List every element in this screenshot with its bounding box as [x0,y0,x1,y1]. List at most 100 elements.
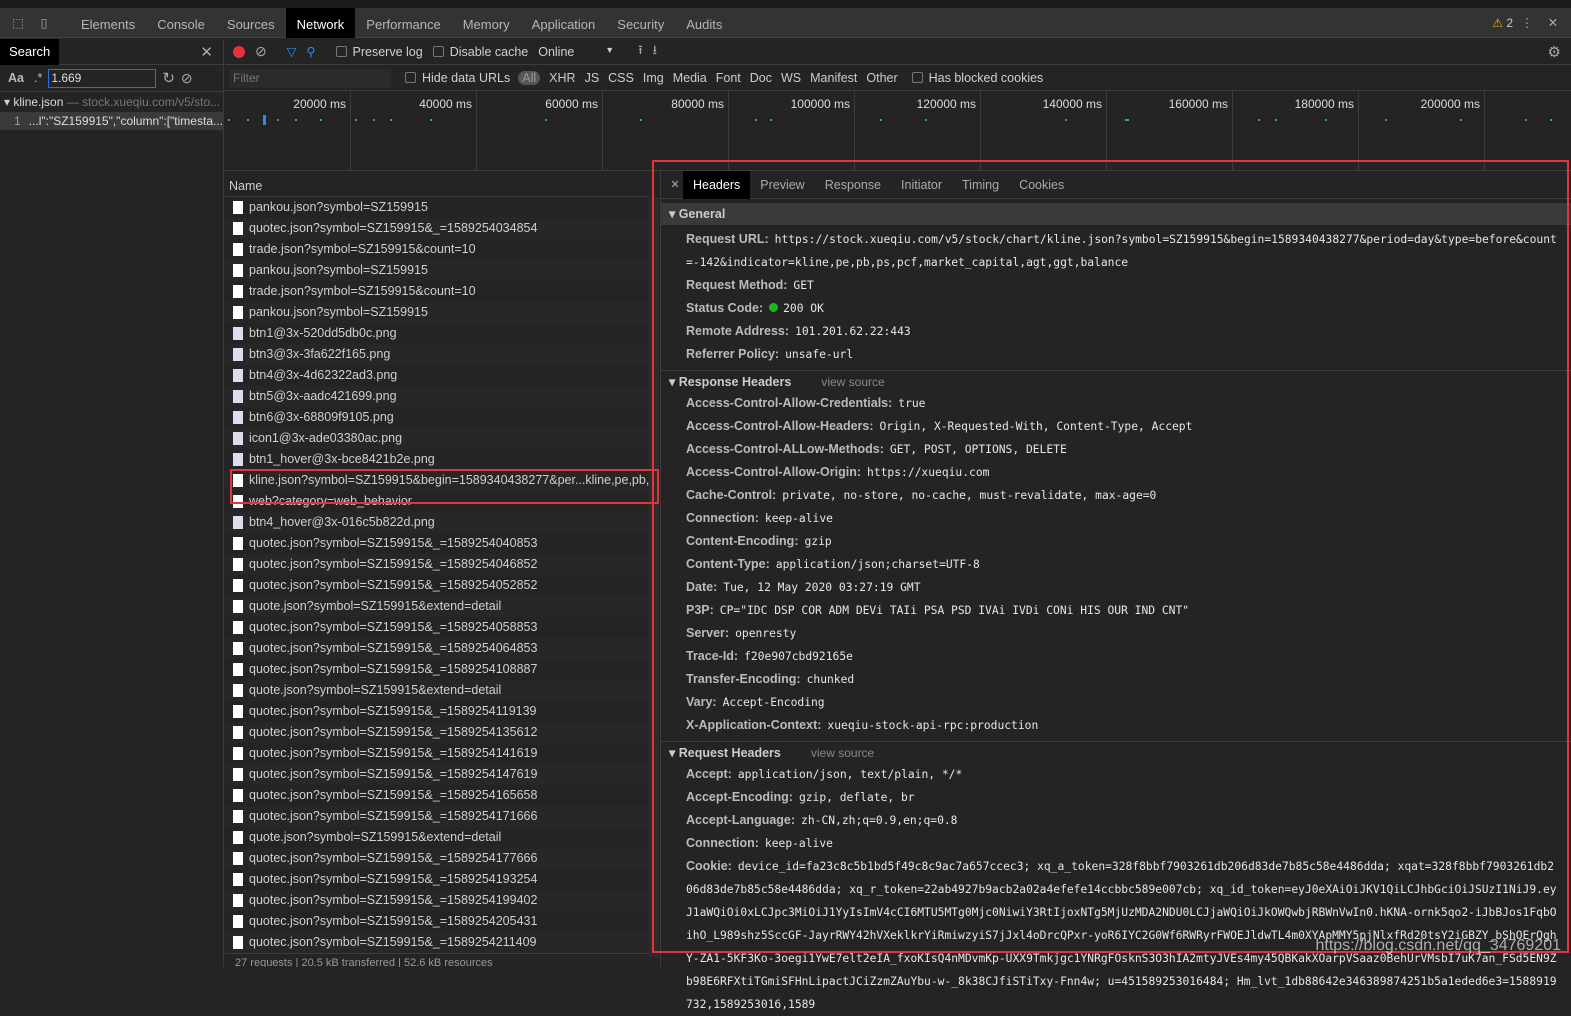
request-row[interactable]: pankou.json?symbol=SZ159915 [225,260,649,281]
filter-type-manifest[interactable]: Manifest [810,71,857,85]
close-details-icon[interactable]: ✕ [667,178,683,191]
settings-gear-icon[interactable]: ⚙ [1548,43,1561,61]
request-row[interactable]: quotec.json?symbol=SZ159915&_=1589254040… [225,533,649,554]
filter-type-font[interactable]: Font [716,71,741,85]
tab-security[interactable]: Security [606,8,675,38]
details-tab-timing[interactable]: Timing [952,171,1009,199]
request-row[interactable]: quote.json?symbol=SZ159915&extend=detail [225,827,649,848]
search-tab[interactable]: Search [0,38,60,65]
clear-search-icon[interactable]: ⊘ [181,70,193,87]
has-blocked-cookies-checkbox[interactable]: Has blocked cookies [911,71,1043,85]
request-row[interactable]: btn4_hover@3x-016c5b822d.png [225,512,649,533]
request-view-source-link[interactable]: view source [811,746,874,760]
request-row[interactable]: quotec.json?symbol=SZ159915&_=1589254199… [225,890,649,911]
filter-type-xhr[interactable]: XHR [549,71,575,85]
request-row[interactable]: btn5@3x-aadc421699.png [225,386,649,407]
request-row[interactable]: quotec.json?symbol=SZ159915&_=1589254058… [225,617,649,638]
export-har-icon[interactable]: ⭳ [653,41,657,62]
tab-audits[interactable]: Audits [675,8,733,38]
filter-type-other[interactable]: Other [866,71,897,85]
close-search-icon[interactable]: ✕ [200,43,213,61]
request-row[interactable]: quote.json?symbol=SZ159915&extend=detail [225,596,649,617]
record-button-icon[interactable] [233,45,245,58]
more-menu-icon[interactable]: ⋮ [1513,15,1541,30]
refresh-icon[interactable]: ↻ [162,69,175,87]
request-row[interactable]: kline.json?symbol=SZ159915&begin=1589340… [225,470,649,491]
search-result-file[interactable]: ▾ kline.json — stock.xueqiu.com/v5/sto..… [0,92,223,112]
filter-input[interactable] [229,68,391,88]
filter-type-css[interactable]: CSS [608,71,634,85]
request-row[interactable]: trade.json?symbol=SZ159915&count=10 [225,281,649,302]
request-row[interactable]: quotec.json?symbol=SZ159915&_=1589254193… [225,869,649,890]
filter-type-media[interactable]: Media [673,71,707,85]
request-row[interactable]: quotec.json?symbol=SZ159915&_=1589254064… [225,638,649,659]
request-row[interactable]: btn1_hover@3x-bce8421b2e.png [225,449,649,470]
request-row[interactable]: quotec.json?symbol=SZ159915&_=1589254171… [225,806,649,827]
request-row[interactable]: quotec.json?symbol=SZ159915&_=1589254034… [225,218,649,239]
request-row[interactable]: quotec.json?symbol=SZ159915&_=1589254165… [225,785,649,806]
tab-elements[interactable]: Elements [70,8,146,38]
filter-type-all[interactable]: All [518,71,541,85]
request-row[interactable]: quotec.json?symbol=SZ159915&_=1589254046… [225,554,649,575]
request-row[interactable]: quotec.json?symbol=SZ159915&_=1589254147… [225,764,649,785]
details-tab-initiator[interactable]: Initiator [891,171,952,199]
preserve-log-checkbox[interactable]: Preserve log [335,45,423,59]
tab-application[interactable]: Application [521,8,607,38]
inspect-element-icon[interactable]: ⬚ [4,15,32,30]
request-row[interactable]: btn4@3x-4d62322ad3.png [225,365,649,386]
close-devtools-icon[interactable]: ✕ [1541,15,1565,30]
hide-data-urls-checkbox[interactable]: Hide data URLs [405,71,510,85]
filter-type-img[interactable]: Img [643,71,664,85]
disable-cache-checkbox[interactable]: Disable cache [432,45,528,59]
import-har-icon[interactable]: ⭱ [638,41,642,62]
regex-toggle[interactable]: .* [34,71,42,85]
request-row[interactable]: web?category=web_behavior [225,491,649,512]
tab-network[interactable]: Network [285,7,356,38]
search-icon[interactable]: ⚲ [306,44,315,59]
general-section-header[interactable]: ▾ General [661,203,1571,225]
header-line: Vary: Accept-Encoding [661,691,1571,714]
clear-icon[interactable]: ⊘ [255,43,267,60]
match-case-toggle[interactable]: Aa [8,71,24,85]
request-row[interactable]: icon1@3x-ade03380ac.png [225,428,649,449]
request-row[interactable]: quote.json?symbol=SZ159915&extend=detail [225,680,649,701]
request-row[interactable]: quotec.json?symbol=SZ159915&_=1589254108… [225,659,649,680]
timeline-overview[interactable]: 20000 ms 40000 ms 60000 ms 80000 ms 100000 m… [225,91,1571,171]
request-headers-section-header[interactable]: ▾ Request Headers view source [661,741,1571,763]
request-row[interactable]: quotec.json?symbol=SZ159915&_=1589254052… [225,575,649,596]
filter-type-js[interactable]: JS [585,71,600,85]
device-toolbar-icon[interactable]: ▯ [32,15,56,30]
request-row[interactable]: pankou.json?symbol=SZ159915 [225,197,649,218]
request-list-scrollbar[interactable] [649,197,659,957]
details-tab-headers[interactable]: Headers [683,170,751,199]
search-result-line[interactable]: 1 ...l":"SZ159915","column":["timesta... [0,112,223,130]
tab-console[interactable]: Console [146,8,216,38]
details-tab-preview[interactable]: Preview [750,171,814,199]
throttle-select[interactable]: Online ▼ [538,45,614,59]
response-view-source-link[interactable]: view source [821,375,884,389]
request-row[interactable]: quotec.json?symbol=SZ159915&_=1589254177… [225,848,649,869]
request-row[interactable]: quotec.json?symbol=SZ159915&_=1589254135… [225,722,649,743]
request-row[interactable]: btn1@3x-520dd5db0c.png [225,323,649,344]
details-tab-cookies[interactable]: Cookies [1009,171,1074,199]
details-tab-response[interactable]: Response [815,171,891,199]
request-row[interactable]: trade.json?symbol=SZ159915&count=10 [225,239,649,260]
tab-memory[interactable]: Memory [452,8,521,38]
request-row[interactable]: pankou.json?symbol=SZ159915 [225,302,649,323]
search-input[interactable] [48,68,157,88]
filter-type-ws[interactable]: WS [781,71,801,85]
tab-performance[interactable]: Performance [355,8,451,38]
request-name: kline.json?symbol=SZ159915&begin=1589340… [249,473,649,487]
request-row[interactable]: btn3@3x-3fa622f165.png [225,344,649,365]
warnings-badge[interactable]: ⚠ 2 [1492,16,1513,30]
tab-sources[interactable]: Sources [216,8,286,38]
request-row[interactable]: quotec.json?symbol=SZ159915&_=1589254211… [225,932,649,953]
filter-icon[interactable]: ▽ [287,44,297,59]
request-row[interactable]: btn6@3x-68809f9105.png [225,407,649,428]
response-headers-section-header[interactable]: ▾ Response Headers view source [661,370,1571,392]
request-row[interactable]: quotec.json?symbol=SZ159915&_=1589254141… [225,743,649,764]
request-row[interactable]: quotec.json?symbol=SZ159915&_=1589254205… [225,911,649,932]
request-row[interactable]: quotec.json?symbol=SZ159915&_=1589254119… [225,701,649,722]
filter-type-doc[interactable]: Doc [750,71,772,85]
name-column-header[interactable]: Name [225,176,649,197]
